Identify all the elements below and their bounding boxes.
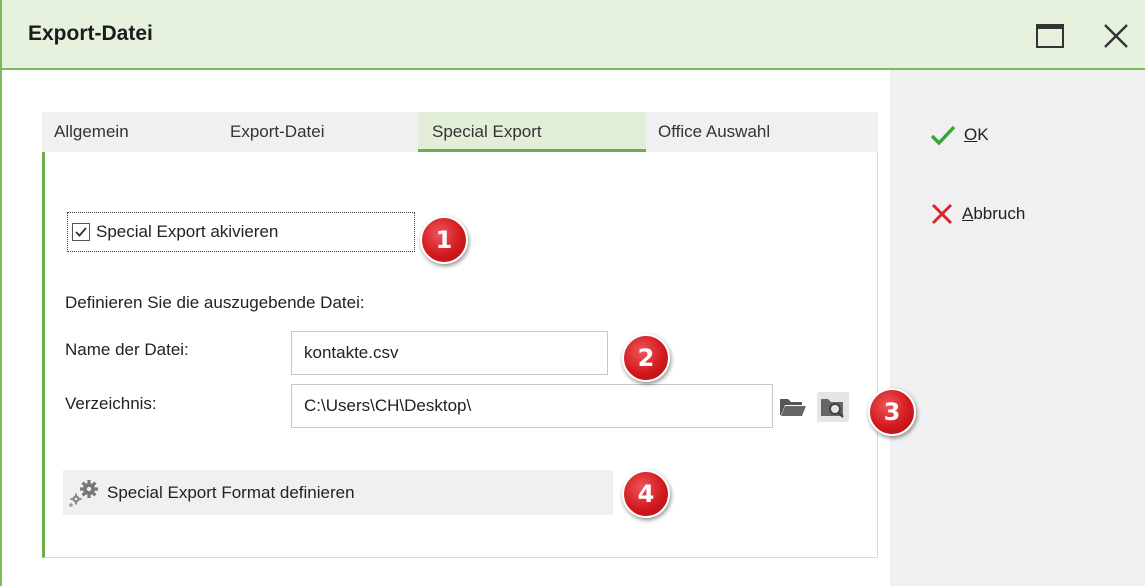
define-format-button[interactable]: Special Export Format definieren xyxy=(63,470,613,515)
file-name-input[interactable]: kontakte.csv xyxy=(291,331,608,375)
folder-search-icon xyxy=(821,399,844,418)
open-folder-button[interactable] xyxy=(777,392,809,422)
browse-folder-button[interactable] xyxy=(817,392,849,422)
checkbox-label: Special Export akivieren xyxy=(96,222,279,241)
window-title: Export-Datei xyxy=(28,22,153,45)
action-panel: OK Abbruch xyxy=(890,70,1145,586)
directory-value: C:\Users\CH\Desktop\ xyxy=(304,396,472,415)
cancel-label: Abbruch xyxy=(962,204,1026,223)
folder-icon xyxy=(780,399,806,416)
checkbox-box[interactable] xyxy=(72,223,90,241)
close-button[interactable] xyxy=(1096,16,1136,56)
special-export-checkbox[interactable]: Special Export akivieren xyxy=(67,212,415,252)
special-export-panel: Special Export akivieren Definieren Sie … xyxy=(42,152,878,558)
callout-marker-1: 1 xyxy=(420,216,468,264)
tab-strip: Allgemein Export-Datei Special Export Of… xyxy=(42,112,878,152)
tab-allgemein[interactable]: Allgemein xyxy=(42,112,218,152)
maximize-button[interactable] xyxy=(1030,16,1070,56)
file-name-label: Name der Datei: xyxy=(65,340,189,359)
title-bar: Export-Datei xyxy=(2,0,1145,70)
file-name-value: kontakte.csv xyxy=(304,343,399,362)
close-icon xyxy=(1104,24,1128,48)
checkmark-icon xyxy=(930,125,956,146)
define-file-text: Definieren Sie die auszugebende Datei: xyxy=(65,293,365,312)
checkmark-icon xyxy=(75,227,87,237)
gears-icon xyxy=(69,479,98,507)
export-dialog: Export-Datei Allgemein Export-Datei Spec… xyxy=(0,0,1145,586)
cancel-button[interactable]: Abbruch xyxy=(930,202,1025,226)
directory-label: Verzeichnis: xyxy=(65,394,157,413)
callout-marker-4: 4 xyxy=(622,470,670,518)
tab-special-export[interactable]: Special Export xyxy=(418,112,646,152)
ok-button[interactable]: OK xyxy=(930,124,989,146)
maximize-icon xyxy=(1036,24,1064,48)
cross-icon xyxy=(931,203,953,225)
tab-office-auswahl[interactable]: Office Auswahl xyxy=(646,112,878,152)
callout-marker-2: 2 xyxy=(622,334,670,382)
define-format-label: Special Export Format definieren xyxy=(107,482,355,502)
ok-label: OK xyxy=(964,125,989,144)
directory-input[interactable]: C:\Users\CH\Desktop\ xyxy=(291,384,773,428)
callout-marker-3: 3 xyxy=(868,388,916,436)
tab-export-datei[interactable]: Export-Datei xyxy=(218,112,418,152)
